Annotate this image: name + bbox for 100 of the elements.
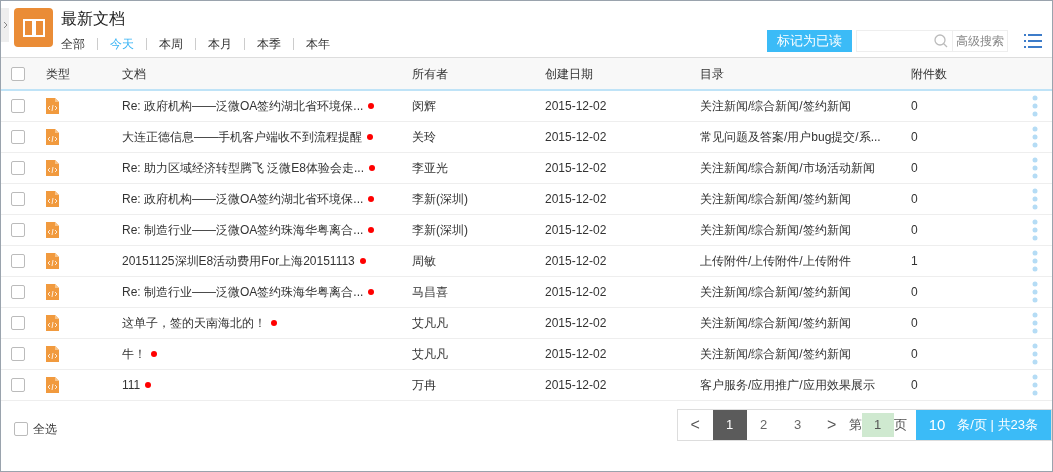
- directory-cell: 关注新闻/综合新闻/签约新闻: [700, 347, 851, 361]
- select-all-label[interactable]: 全选: [33, 420, 57, 438]
- code-file-icon: [46, 315, 59, 331]
- attachment-count-cell: 0: [911, 161, 918, 175]
- owner-cell: 马昌喜: [412, 285, 448, 299]
- date-cell: 2015-12-02: [545, 347, 607, 361]
- checkbox[interactable]: [11, 316, 25, 330]
- checkbox[interactable]: [11, 223, 25, 237]
- more-options-icon[interactable]: [1032, 312, 1038, 334]
- checkbox[interactable]: [11, 99, 25, 113]
- owner-cell: 艾凡凡: [412, 316, 448, 330]
- book-icon: [14, 8, 53, 47]
- column-header: 目录: [700, 66, 724, 81]
- code-file-icon: [46, 253, 59, 269]
- directory-cell: 关注新闻/综合新闻/签约新闻: [700, 223, 851, 237]
- chevron-right-icon: [2, 21, 8, 29]
- document-title-link[interactable]: 大连正德信息——手机客户端收不到流程提醒: [122, 128, 362, 146]
- owner-cell: 李新(深圳): [412, 223, 468, 237]
- date-cell: 2015-12-02: [545, 192, 607, 206]
- more-options-icon[interactable]: [1032, 250, 1038, 272]
- date-filter-tab[interactable]: 本周: [159, 35, 183, 53]
- checkbox[interactable]: [11, 378, 25, 392]
- attachment-count-cell: 0: [911, 130, 918, 144]
- attachment-count-cell: 0: [911, 223, 918, 237]
- more-options-icon[interactable]: [1032, 343, 1038, 365]
- checkbox[interactable]: [11, 254, 25, 268]
- page-button[interactable]: 1: [712, 410, 747, 440]
- date-cell: 2015-12-02: [545, 254, 607, 268]
- search-icon: [934, 34, 948, 48]
- checkbox[interactable]: [11, 347, 25, 361]
- owner-cell: 闵辉: [412, 99, 436, 113]
- page-suffix-label: 页: [893, 416, 907, 435]
- column-header: 所有者: [412, 66, 448, 81]
- owner-cell: 艾凡凡: [412, 347, 448, 361]
- more-options-icon[interactable]: [1032, 126, 1038, 148]
- column-header: 创建日期: [545, 66, 593, 81]
- directory-cell: 客户服务/应用推广/应用效果展示: [700, 378, 875, 392]
- directory-cell: 关注新闻/综合新闻/市场活动新闻: [700, 161, 875, 175]
- attachment-count-cell: 0: [911, 378, 918, 392]
- directory-cell: 关注新闻/综合新闻/签约新闻: [700, 99, 851, 113]
- attachment-count-cell: 0: [911, 192, 918, 206]
- code-file-icon: [46, 346, 59, 362]
- document-title-link[interactable]: 111: [122, 376, 141, 394]
- attachment-count-cell: 0: [911, 316, 918, 330]
- next-page-button[interactable]: >: [814, 410, 849, 440]
- checkbox[interactable]: [11, 285, 25, 299]
- attachment-count-cell: 0: [911, 347, 918, 361]
- more-options-icon[interactable]: [1032, 374, 1038, 396]
- checkbox[interactable]: [11, 130, 25, 144]
- date-cell: 2015-12-02: [545, 99, 607, 113]
- document-title-link[interactable]: Re: 制造行业——泛微OA签约珠海华粤离合...: [122, 221, 364, 239]
- document-title-link[interactable]: 20151125深圳E8活动费用For上海20151113: [122, 252, 355, 270]
- document-title-link[interactable]: 这单子，签的天南海北的！: [122, 314, 266, 332]
- date-cell: 2015-12-02: [545, 161, 607, 175]
- date-cell: 2015-12-02: [545, 130, 607, 144]
- attachment-count-cell: 1: [911, 254, 918, 268]
- date-filter-tab[interactable]: 本月: [208, 35, 232, 53]
- checkbox[interactable]: [14, 422, 28, 436]
- date-filter-tab[interactable]: 本季: [257, 35, 281, 53]
- more-options-icon[interactable]: [1032, 219, 1038, 241]
- panel-title: 最新文档: [61, 9, 126, 29]
- more-options-icon[interactable]: [1032, 157, 1038, 179]
- more-options-icon[interactable]: [1032, 281, 1038, 303]
- document-title-link[interactable]: Re: 制造行业——泛微OA签约珠海华粤离合...: [122, 283, 364, 301]
- attachment-count-cell: 0: [911, 99, 918, 113]
- column-header: 附件数: [911, 66, 947, 81]
- collapse-handle[interactable]: [1, 8, 9, 42]
- owner-cell: 周敏: [412, 254, 436, 268]
- document-title-link[interactable]: 牛！: [122, 345, 146, 363]
- date-cell: 2015-12-02: [545, 378, 607, 392]
- search-field[interactable]: [856, 30, 953, 52]
- document-title-link[interactable]: Re: 政府机构——泛微OA签约湖北省环境保...: [122, 97, 364, 115]
- previous-page-button[interactable]: <: [677, 410, 713, 440]
- list-menu-icon[interactable]: [1024, 34, 1042, 48]
- code-file-icon: [46, 191, 59, 207]
- code-file-icon: [46, 129, 59, 145]
- checkbox[interactable]: [11, 192, 25, 206]
- date-filter-tab[interactable]: 本年: [306, 35, 330, 53]
- document-title-link[interactable]: Re: 政府机构——泛微OA签约湖北省环境保...: [122, 190, 364, 208]
- more-options-icon[interactable]: [1032, 95, 1038, 117]
- code-file-icon: [46, 284, 59, 300]
- date-filter-tab[interactable]: 全部: [61, 35, 85, 53]
- code-file-icon: [46, 98, 59, 114]
- owner-cell: 关玲: [412, 130, 436, 144]
- column-header: 文档: [122, 66, 146, 81]
- checkbox[interactable]: [11, 161, 25, 175]
- directory-cell: 关注新闻/综合新闻/签约新闻: [700, 192, 851, 206]
- checkbox[interactable]: [11, 66, 25, 81]
- code-file-icon: [46, 377, 59, 393]
- page-number-field[interactable]: 1: [861, 413, 894, 437]
- owner-cell: 万冉: [412, 378, 436, 392]
- advanced-search-button[interactable]: 高级搜索: [953, 30, 1008, 52]
- page-button[interactable]: 3: [780, 410, 815, 440]
- owner-cell: 李新(深圳): [412, 192, 468, 206]
- code-file-icon: [46, 160, 59, 176]
- date-cell: 2015-12-02: [545, 316, 607, 330]
- page-button[interactable]: 2: [746, 410, 781, 440]
- document-title-link[interactable]: Re: 助力区域经济转型腾飞 泛微E8体验会走...: [122, 159, 365, 177]
- date-cell: 2015-12-02: [545, 285, 607, 299]
- more-options-icon[interactable]: [1032, 188, 1038, 210]
